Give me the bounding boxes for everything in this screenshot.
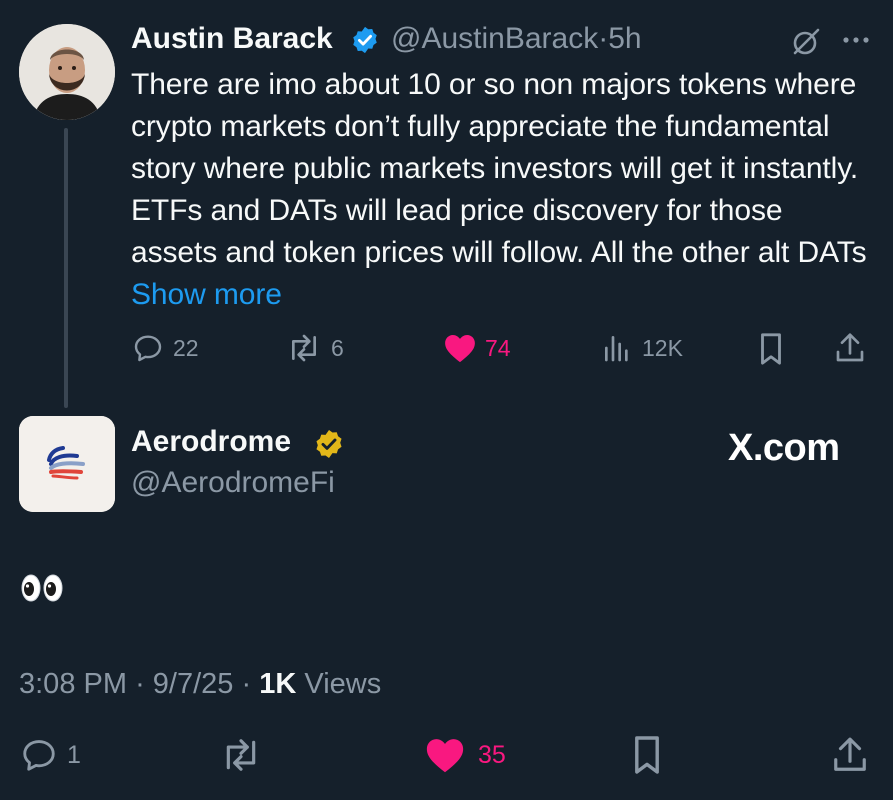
watermark: X.com	[728, 427, 840, 469]
like-count: 74	[485, 334, 511, 361]
separator-dot: ·	[135, 668, 145, 700]
share-button[interactable]	[831, 734, 869, 776]
bookmark-button[interactable]	[756, 332, 786, 366]
views-icon	[605, 336, 628, 362]
share-icon	[836, 333, 864, 362]
author-handle[interactable]: @AustinBarack	[391, 22, 598, 55]
reply-actions: 1 35	[0, 734, 893, 778]
reply-view-count: 1K	[259, 668, 297, 700]
heart-icon	[426, 739, 464, 773]
author-avatar[interactable]	[19, 24, 115, 120]
separator-dot: ·	[241, 668, 252, 700]
tweet-text: There are imo about 10 or so non majors …	[131, 68, 867, 269]
repost-count: 6	[331, 334, 344, 361]
like-button[interactable]: 35	[424, 736, 506, 774]
views-button[interactable]: 12K	[600, 332, 683, 364]
like-count: 35	[478, 740, 506, 769]
show-more-link[interactable]: Show more	[131, 278, 282, 311]
tweet-actions: 22 6 74 12K	[0, 328, 893, 368]
grok-icon[interactable]	[790, 26, 822, 58]
aerodrome-logo-icon	[19, 416, 115, 512]
bookmark-button[interactable]	[630, 734, 664, 776]
reply-date[interactable]: 9/7/25	[153, 668, 234, 700]
like-button[interactable]: 74	[443, 332, 511, 364]
author-handle-line[interactable]: @AustinBarack·5h	[391, 22, 642, 56]
time-ago[interactable]: 5h	[608, 22, 641, 55]
bookmark-icon	[635, 736, 659, 774]
share-button[interactable]	[834, 330, 866, 366]
reply-icon	[23, 740, 55, 771]
views-label: Views	[304, 668, 382, 700]
eyes-emoji-icon	[20, 572, 64, 604]
avatar-portrait-icon	[19, 24, 115, 120]
reply-author-handle[interactable]: @AerodromeFi	[131, 466, 335, 500]
verified-badge-icon	[313, 428, 345, 460]
reply-meta: 3:08 PM · 9/7/25 · 1K Views	[19, 668, 381, 701]
bookmark-icon	[761, 333, 781, 365]
heart-icon	[445, 334, 475, 363]
repost-button[interactable]: 6	[285, 332, 344, 364]
author-name[interactable]: Austin Barack	[131, 22, 333, 56]
view-count: 12K	[642, 334, 683, 361]
reply-button[interactable]: 1	[19, 736, 81, 774]
verified-badge-icon	[350, 25, 380, 55]
repost-button[interactable]	[218, 736, 264, 774]
share-icon	[834, 737, 866, 771]
reply-time[interactable]: 3:08 PM	[19, 668, 127, 700]
reply-count: 22	[173, 334, 199, 361]
reply-author-avatar[interactable]	[19, 416, 115, 512]
more-icon[interactable]	[838, 30, 874, 50]
reply-button[interactable]: 22	[131, 332, 199, 364]
tweet-body: There are imo about 10 or so non majors …	[131, 64, 871, 316]
separator-dot: ·	[598, 22, 609, 55]
repost-icon	[292, 334, 316, 362]
reply-count: 1	[67, 740, 81, 769]
reply-author-name[interactable]: Aerodrome	[131, 425, 291, 459]
reply-icon	[134, 335, 162, 362]
repost-icon	[226, 739, 256, 771]
